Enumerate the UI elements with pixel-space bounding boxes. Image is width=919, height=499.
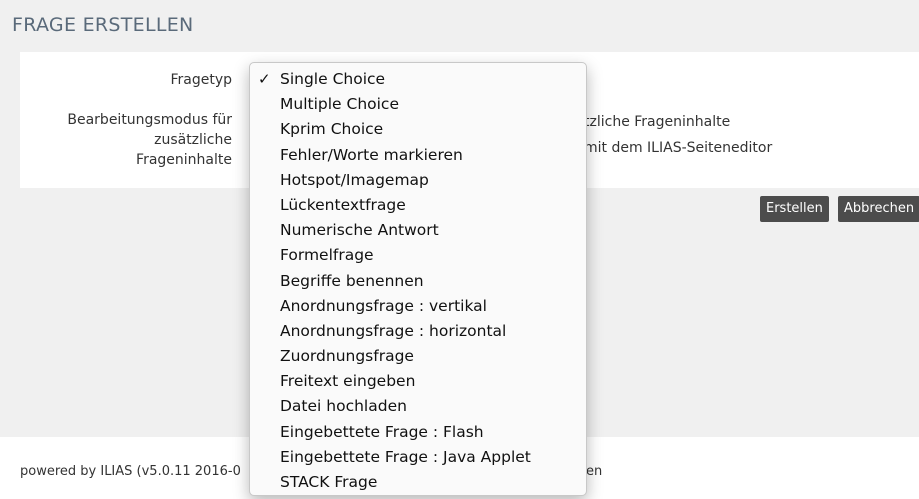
dropdown-option-label: Datei hochladen — [280, 397, 407, 416]
dropdown-option-label: Freitext eingeben — [280, 372, 416, 391]
footer-powered-by: powered by ILIAS (v5.0.11 2016-0 — [20, 464, 241, 479]
dropdown-option[interactable]: Datei hochladen — [250, 394, 586, 419]
dropdown-option-label: Single Choice — [280, 70, 386, 88]
dropdown-option[interactable]: Begriffe benennen — [250, 269, 586, 294]
cancel-button[interactable]: Abbrechen — [838, 196, 919, 222]
dropdown-option[interactable]: Hotspot/Imagemap — [250, 168, 586, 193]
dropdown-option[interactable]: Fehler/Worte markieren — [250, 143, 586, 168]
panel-title: FRAGE ERSTELLEN — [12, 14, 194, 36]
edit-mode-label-line: Bearbeitungsmodus für — [67, 112, 232, 128]
dropdown-option-label: Numerische Antwort — [280, 221, 439, 240]
dropdown-option[interactable]: Lückentextfrage — [250, 193, 586, 218]
dropdown-option[interactable]: Multiple Choice — [250, 92, 586, 117]
edit-mode-option-page-editor[interactable]: mit dem ILIAS-Seiteneditor — [584, 138, 772, 158]
dropdown-option-label: Formelfrage — [280, 246, 374, 265]
dropdown-option[interactable]: Anordnungsfrage : vertikal — [250, 294, 586, 319]
dropdown-option-label: Kprim Choice — [280, 120, 384, 139]
fragetyp-label: Fragetyp — [170, 72, 232, 88]
dropdown-option[interactable]: Freitext eingeben — [250, 369, 586, 394]
dropdown-option-label: Begriffe benennen — [280, 271, 424, 290]
dropdown-option[interactable]: ✓ Single Choice — [250, 67, 586, 92]
dropdown-option[interactable]: Eingebettete Frage : Java Applet — [250, 445, 586, 470]
dropdown-option-label: Eingebettete Frage : Java Applet — [280, 447, 531, 466]
dropdown-option-label: Anordnungsfrage : horizontal — [280, 321, 507, 340]
dropdown-option-label: Lückentextfrage — [280, 195, 406, 214]
dropdown-option[interactable]: Anordnungsfrage : horizontal — [250, 319, 586, 344]
dropdown-option[interactable]: STACK Frage — [250, 470, 586, 495]
dropdown-option-label: Multiple Choice — [280, 95, 399, 114]
edit-mode-option-additional[interactable]: tzliche Frageninhalte — [584, 112, 730, 132]
dropdown-option-label: Fehler/Worte markieren — [280, 145, 463, 164]
dropdown-option-label: Eingebettete Frage : Flash — [280, 422, 484, 441]
dropdown-option[interactable]: Zuordnungsfrage — [250, 344, 586, 369]
edit-mode-label-line: zusätzliche — [154, 132, 232, 148]
dropdown-option[interactable]: Numerische Antwort — [250, 218, 586, 243]
create-button[interactable]: Erstellen — [760, 196, 829, 222]
edit-mode-label-line: Frageninhalte — [136, 152, 232, 168]
edit-mode-label: Bearbeitungsmodus für zusätzliche Fragen… — [32, 110, 232, 170]
dropdown-option-label: Anordnungsfrage : vertikal — [280, 296, 487, 315]
dropdown-option[interactable]: Eingebettete Frage : Flash — [250, 420, 586, 445]
dropdown-option[interactable]: Kprim Choice — [250, 117, 586, 142]
question-type-dropdown[interactable]: ✓ Single Choice Multiple Choice Kprim Choic… — [249, 62, 587, 496]
footer-link-tail[interactable]: en — [586, 464, 602, 479]
dropdown-option-label: STACK Frage — [280, 473, 378, 491]
checkmark-icon: ✓ — [258, 70, 271, 88]
dropdown-option-label: Zuordnungsfrage — [280, 347, 414, 366]
dropdown-option[interactable]: Formelfrage — [250, 243, 586, 268]
dropdown-option-label: Hotspot/Imagemap — [280, 170, 429, 189]
